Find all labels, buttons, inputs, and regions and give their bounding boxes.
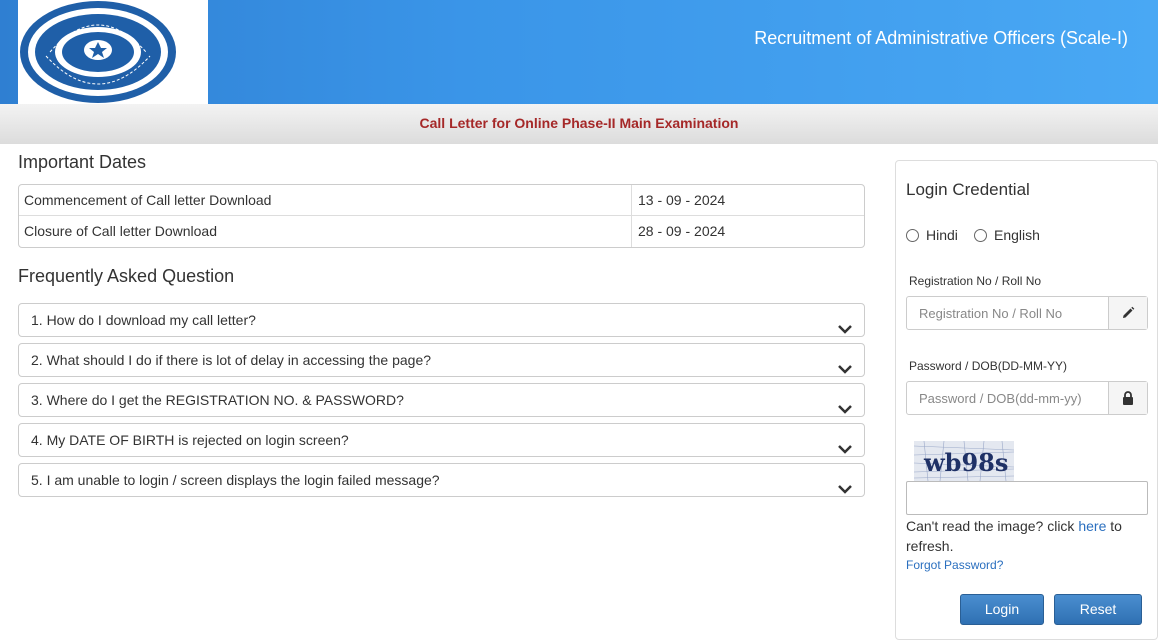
login-button[interactable]: Login — [960, 594, 1044, 625]
captcha-input[interactable] — [906, 481, 1148, 515]
subheader-title: Call Letter for Online Phase-II Main Exa… — [419, 115, 739, 131]
refresh-captcha-link[interactable]: here — [1078, 518, 1106, 534]
faq-question: 4. My DATE OF BIRTH is rejected on login… — [31, 432, 349, 448]
faq-question: 5. I am unable to login / screen display… — [31, 472, 440, 488]
password-field-group — [906, 381, 1148, 415]
captcha-text: wb98s — [923, 448, 1008, 477]
language-option-english[interactable]: English — [974, 227, 1040, 243]
date-label: Commencement of Call letter Download — [19, 185, 632, 215]
login-panel: Login Credential Hindi English Registrat… — [895, 160, 1158, 640]
reset-button[interactable]: Reset — [1054, 594, 1142, 625]
faq-item-4[interactable]: 4. My DATE OF BIRTH is rejected on login… — [18, 423, 865, 457]
page-header: Recruitment of Administrative Officers (… — [0, 0, 1158, 104]
refresh-prefix: Can't read the image? click — [906, 518, 1079, 534]
faq-item-2[interactable]: 2. What should I do if there is lot of d… — [18, 343, 865, 377]
faq-item-5[interactable]: 5. I am unable to login / screen display… — [18, 463, 865, 497]
login-title: Login Credential — [906, 180, 1030, 199]
faq-item-1[interactable]: 1. How do I download my call letter? — [18, 303, 865, 337]
chevron-down-icon — [838, 473, 852, 505]
faq-question: 3. Where do I get the REGISTRATION NO. &… — [31, 392, 404, 408]
page-title: Recruitment of Administrative Officers (… — [754, 28, 1128, 48]
hindi-label: Hindi — [926, 227, 958, 243]
subheader-bar: Call Letter for Online Phase-II Main Exa… — [0, 104, 1158, 144]
english-radio[interactable] — [974, 228, 987, 242]
date-label: Closure of Call letter Download — [19, 216, 632, 247]
faq-heading: Frequently Asked Question — [18, 266, 235, 286]
registration-field-group — [906, 296, 1148, 330]
important-dates-heading: Important Dates — [18, 152, 147, 172]
date-value: 13 - 09 - 2024 — [638, 192, 726, 208]
lock-icon — [1108, 382, 1147, 414]
chevron-down-icon — [838, 433, 852, 465]
faq-item-3[interactable]: 3. Where do I get the REGISTRATION NO. &… — [18, 383, 865, 417]
hindi-radio[interactable] — [906, 228, 919, 242]
registration-input[interactable] — [907, 297, 1108, 329]
captcha-image: wb98s — [913, 440, 1015, 486]
faq-question: 1. How do I download my call letter? — [31, 312, 256, 328]
english-label: English — [994, 227, 1040, 243]
captcha-refresh-text: Can't read the image? click here to refr… — [906, 516, 1146, 556]
registration-label: Registration No / Roll No — [909, 274, 1042, 288]
chevron-down-icon — [838, 353, 852, 385]
pencil-icon — [1108, 297, 1147, 329]
chevron-down-icon — [838, 393, 852, 425]
faq-question: 2. What should I do if there is lot of d… — [31, 352, 432, 368]
important-dates-table: Commencement of Call letter Download 13 … — [18, 184, 865, 248]
chevron-down-icon — [838, 313, 852, 345]
password-label: Password / DOB(DD-MM-YY) — [909, 359, 1068, 373]
table-row: Closure of Call letter Download 28 - 09 … — [19, 216, 864, 247]
password-input[interactable] — [907, 382, 1108, 414]
date-value: 28 - 09 - 2024 — [638, 223, 726, 239]
company-logo — [18, 0, 208, 104]
language-option-hindi[interactable]: Hindi — [906, 227, 958, 243]
forgot-password-link[interactable]: Forgot Password? — [906, 558, 1003, 572]
table-row: Commencement of Call letter Download 13 … — [19, 185, 864, 216]
